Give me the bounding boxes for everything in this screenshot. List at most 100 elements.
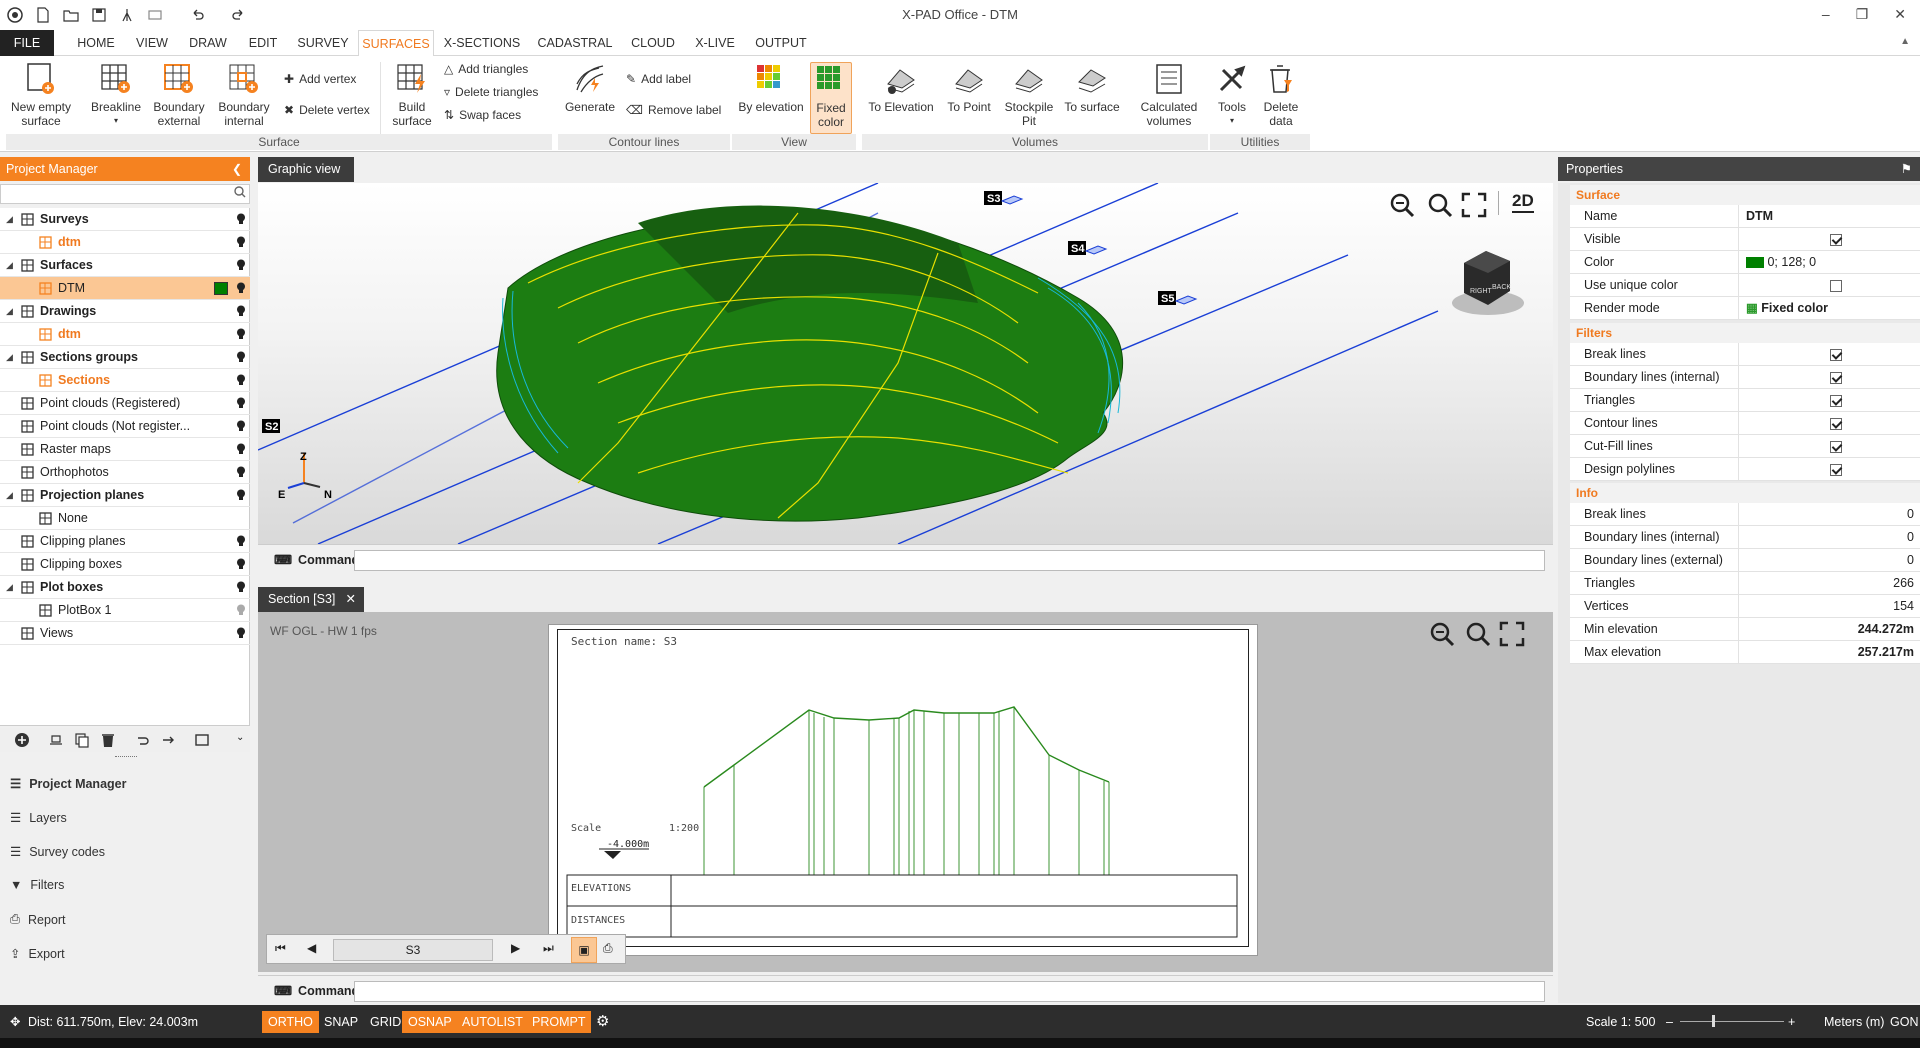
filter-checkbox[interactable] xyxy=(1830,371,1842,384)
unique-color-checkbox[interactable] xyxy=(1830,279,1842,292)
visibility-bulb-icon[interactable] xyxy=(236,236,246,248)
prop-color[interactable]: Color 0; 128; 0 xyxy=(1570,251,1920,274)
search-icon[interactable] xyxy=(234,186,246,198)
tree-item-raster-maps[interactable]: Raster maps xyxy=(0,438,250,461)
tree-item-orthophotos[interactable]: Orthophotos xyxy=(0,461,250,484)
tree-item-drawings[interactable]: ◢ Drawings xyxy=(0,300,250,323)
minimize-icon[interactable]: – xyxy=(1822,6,1830,23)
fixed-color-button[interactable]: Fixed color xyxy=(810,62,852,134)
visibility-bulb-icon[interactable] xyxy=(236,259,246,271)
tree-item-plot-boxes[interactable]: ◢ Plot boxes xyxy=(0,576,250,599)
collapse-panel-icon[interactable]: ❮ xyxy=(232,157,242,181)
toggle-grid[interactable]: GRID xyxy=(364,1011,407,1033)
expand-arrow-icon[interactable]: ◢ xyxy=(6,254,13,276)
tree-item-point-clouds-registered[interactable]: Point clouds (Registered) xyxy=(0,392,250,415)
nav-export[interactable]: ⇪ Export xyxy=(10,946,65,962)
toggle-snap[interactable]: SNAP xyxy=(318,1011,364,1033)
add-vertex-button[interactable]: ✚ Add vertex xyxy=(284,70,356,88)
filter-break-lines[interactable]: Break lines xyxy=(1570,343,1920,366)
toggle-osnap[interactable]: OSNAP xyxy=(402,1011,458,1033)
visibility-bulb-icon[interactable] xyxy=(236,558,246,570)
section-info[interactable]: Info xyxy=(1570,483,1920,503)
filter-checkbox[interactable] xyxy=(1830,348,1842,361)
close-tab-icon[interactable]: ✕ xyxy=(346,587,356,612)
filter-design-polylines[interactable]: Design polylines xyxy=(1570,458,1920,481)
current-section-field[interactable]: S3 xyxy=(333,939,493,961)
tree-item-plotbox-1[interactable]: PlotBox 1 xyxy=(0,599,250,622)
expand-arrow-icon[interactable]: ◢ xyxy=(6,576,13,598)
tree-item-clipping-boxes[interactable]: Clipping boxes xyxy=(0,553,250,576)
view-cube[interactable]: RIGHT BACK xyxy=(1452,251,1524,315)
section-view[interactable]: WF OGL - HW 1 fps Section name: S3 Scale… xyxy=(258,612,1553,972)
stockpile-pit-button[interactable]: Stockpile Pit xyxy=(1002,62,1056,128)
visibility-bulb-icon[interactable] xyxy=(236,213,246,225)
color-swatch[interactable] xyxy=(1746,257,1764,269)
close-icon[interactable]: ✕ xyxy=(1894,6,1906,23)
filter-triangles[interactable]: Triangles xyxy=(1570,389,1920,412)
move-icon[interactable] xyxy=(160,732,176,748)
tab-draw[interactable]: DRAW xyxy=(182,30,234,56)
tab-section-s3[interactable]: Section [S3] ✕ xyxy=(258,587,364,612)
zoom-extents-icon[interactable] xyxy=(1460,191,1488,219)
tab-output[interactable]: OUTPUT xyxy=(750,30,812,56)
tree-item-projection-planes[interactable]: ◢ Projection planes xyxy=(0,484,250,507)
tree-item-surfaces[interactable]: ◢ Surfaces xyxy=(0,254,250,277)
visibility-bulb-icon[interactable] xyxy=(236,489,246,501)
pin-icon[interactable]: ⚑ xyxy=(1901,157,1912,181)
tree-item-sections-groups[interactable]: ◢ Sections groups xyxy=(0,346,250,369)
view-2d-toggle[interactable]: 2D xyxy=(1512,191,1534,213)
section-filters[interactable]: Filters xyxy=(1570,323,1920,343)
toggle-autolist[interactable]: AUTOLIST xyxy=(456,1011,529,1033)
graphic-view-3d[interactable]: S2 S3 S4 S5 Z E N RIGHT BACK 2D xyxy=(258,183,1553,544)
filter-boundary-lines-internal[interactable]: Boundary lines (internal) xyxy=(1570,366,1920,389)
visibility-bulb-icon[interactable] xyxy=(236,374,246,386)
copy-icon[interactable] xyxy=(74,732,90,748)
nav-filters[interactable]: ▼ Filters xyxy=(10,878,64,892)
filter-checkbox[interactable] xyxy=(1830,463,1842,476)
visibility-bulb-icon[interactable] xyxy=(236,328,246,340)
collapse-ribbon-icon[interactable]: ▲ xyxy=(1900,36,1910,47)
remove-label-button[interactable]: ⌫ Remove label xyxy=(626,101,721,119)
settings-icon[interactable]: ⚙ xyxy=(590,1011,615,1033)
tab-x-sections[interactable]: X-SECTIONS xyxy=(440,30,524,56)
scale-slider[interactable] xyxy=(1680,1021,1784,1022)
command-input-section[interactable] xyxy=(354,981,1545,1002)
zoom-icon[interactable] xyxy=(1426,191,1454,219)
delete-icon[interactable] xyxy=(100,732,116,748)
tab-graphic-view[interactable]: Graphic view xyxy=(258,157,354,182)
terrain-3d-canvas[interactable]: S2 S3 S4 S5 Z E N RIGHT BACK xyxy=(258,183,1553,544)
tab-survey[interactable]: SURVEY xyxy=(292,30,354,56)
visibility-bulb-icon[interactable] xyxy=(236,397,246,409)
scale-slider-thumb[interactable] xyxy=(1712,1015,1715,1027)
zoom-window-icon[interactable] xyxy=(1388,191,1416,219)
command-input[interactable] xyxy=(354,550,1545,571)
filter-checkbox[interactable] xyxy=(1830,394,1842,407)
visibility-bulb-icon[interactable] xyxy=(236,581,246,593)
first-section-icon[interactable]: ⏮ xyxy=(275,941,286,956)
nav-layers[interactable]: ☰ Layers xyxy=(10,810,67,826)
toggle-ortho[interactable]: ORTHO xyxy=(262,1011,319,1033)
visibility-bulb-icon[interactable] xyxy=(236,420,246,432)
expand-arrow-icon[interactable]: ◢ xyxy=(6,484,13,506)
tree-search-input[interactable] xyxy=(0,184,250,204)
filter-checkbox[interactable] xyxy=(1830,440,1842,453)
refresh-icon[interactable] xyxy=(194,732,210,748)
delete-data-button[interactable]: Delete data xyxy=(1256,62,1306,128)
tab-surfaces[interactable]: SURFACES xyxy=(358,30,434,57)
build-surface-button[interactable]: Build surface xyxy=(384,62,440,128)
expand-arrow-icon[interactable]: ◢ xyxy=(6,300,13,322)
prop-unique-color[interactable]: Use unique color xyxy=(1570,274,1920,297)
visibility-bulb-icon[interactable] xyxy=(236,351,246,363)
section-surface[interactable]: Surface xyxy=(1570,185,1920,205)
splitter-handle[interactable] xyxy=(115,756,137,759)
prev-section-icon[interactable]: ◀ xyxy=(307,941,316,955)
tree-item-none[interactable]: None xyxy=(0,507,250,530)
tree-item-dtm[interactable]: DTM xyxy=(0,277,250,300)
filter-checkbox[interactable] xyxy=(1830,417,1842,430)
new-empty-surface-button[interactable]: New empty surface xyxy=(6,62,76,128)
generate-contours-button[interactable]: Generate xyxy=(564,62,616,114)
boundary-external-button[interactable]: Boundary external xyxy=(148,62,210,128)
rename-icon[interactable] xyxy=(48,732,64,748)
add-icon[interactable] xyxy=(14,732,30,748)
expand-arrow-icon[interactable]: ◢ xyxy=(6,346,13,368)
